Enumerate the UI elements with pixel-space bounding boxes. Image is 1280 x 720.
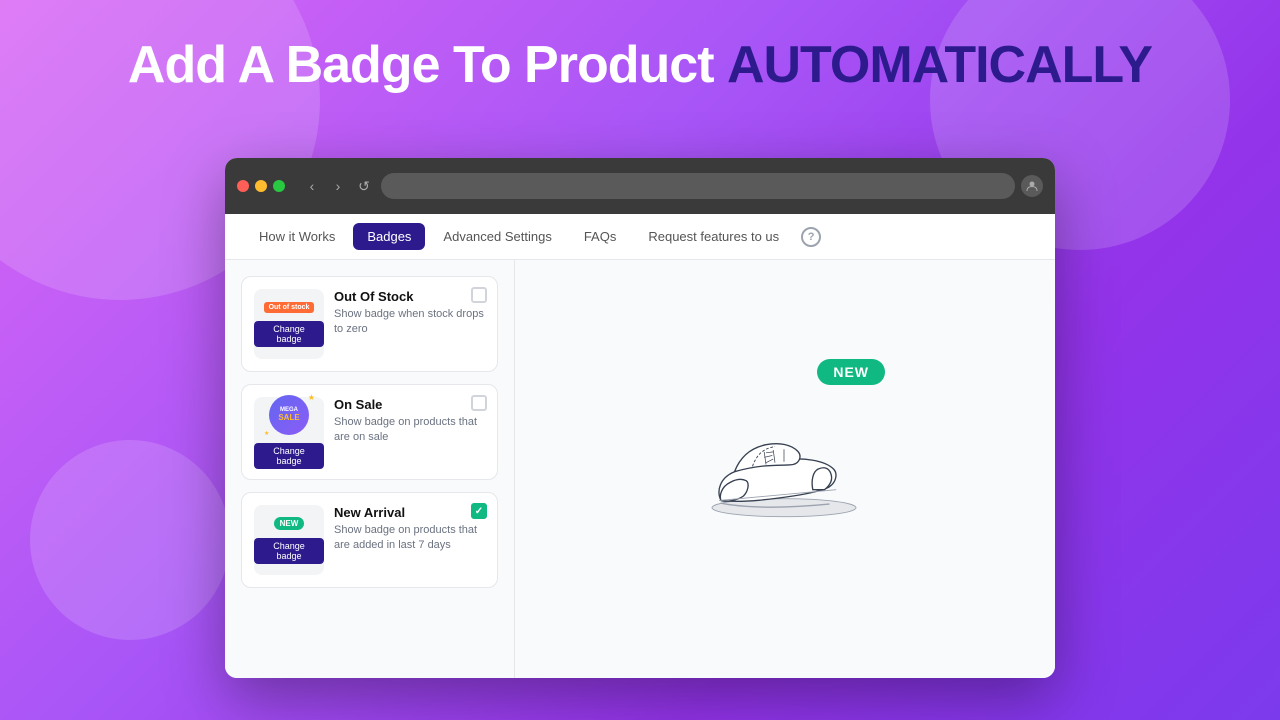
- page-headline: Add A Badge To Product AUTOMATICALLY: [0, 35, 1280, 95]
- new-badge-display: NEW: [817, 359, 885, 385]
- badge-desc-on-sale: Show badge on products that are on sale: [334, 415, 485, 446]
- badge-title-out-of-stock: Out Of Stock: [334, 289, 485, 304]
- tab-faqs[interactable]: FAQs: [570, 223, 631, 250]
- minimize-button-traffic[interactable]: [255, 180, 267, 192]
- main-content: Out of stock Change badge Out Of Stock S…: [225, 260, 1055, 678]
- url-bar[interactable]: [381, 173, 1015, 199]
- help-icon[interactable]: ?: [801, 227, 821, 247]
- headline-part1: Add A Badge To Product: [128, 36, 727, 94]
- traffic-lights: [237, 180, 285, 192]
- badge-title-on-sale: On Sale: [334, 397, 485, 412]
- browser-window: ‹ › ↺ How it Works Badges Advanced Setti…: [225, 158, 1055, 678]
- tab-advanced-settings[interactable]: Advanced Settings: [429, 223, 565, 250]
- close-button-traffic[interactable]: [237, 180, 249, 192]
- badge-info-out-of-stock: Out Of Stock Show badge when stock drops…: [334, 289, 485, 338]
- badge-info-new-arrival: New Arrival Show badge on products that …: [334, 505, 485, 554]
- tab-badges[interactable]: Badges: [353, 223, 425, 250]
- badge-preview-on-sale: MEGA SALE ★ ★ Change badge: [254, 397, 324, 467]
- mega-badge-sale: SALE: [278, 414, 299, 423]
- badge-checkbox-on-sale[interactable]: [471, 395, 487, 411]
- url-bar-wrapper: [381, 173, 1015, 199]
- maximize-button-traffic[interactable]: [273, 180, 285, 192]
- browser-chrome: ‹ › ↺: [225, 158, 1055, 214]
- back-button[interactable]: ‹: [301, 175, 323, 197]
- product-preview-panel: NEW: [515, 260, 1055, 678]
- badge-card-new-arrival: NEW Change badge New Arrival Show badge …: [241, 492, 498, 588]
- badge-checkbox-new-arrival[interactable]: ✓: [471, 503, 487, 519]
- change-badge-btn-on-sale[interactable]: Change badge: [254, 443, 324, 469]
- product-preview-area: NEW: [675, 359, 895, 579]
- star-decoration-2: ★: [264, 430, 269, 437]
- browser-profile-icon: [1021, 175, 1043, 197]
- refresh-button[interactable]: ↺: [353, 175, 375, 197]
- badge-checkbox-out-of-stock[interactable]: [471, 287, 487, 303]
- badge-desc-out-of-stock: Show badge when stock drops to zero: [334, 307, 485, 338]
- checkbox-checkmark: ✓: [475, 506, 483, 517]
- badge-desc-new-arrival: Show badge on products that are added in…: [334, 523, 485, 554]
- headline-part2: AUTOMATICALLY: [727, 36, 1152, 94]
- address-bar-area: ‹ › ↺: [301, 173, 1043, 199]
- shoe-image-container: [675, 389, 875, 549]
- out-of-stock-badge-label: Out of stock: [264, 302, 315, 313]
- tab-bar: How it Works Badges Advanced Settings FA…: [225, 214, 1055, 260]
- new-arrival-badge-label: NEW: [274, 517, 305, 530]
- bg-decoration-3: [30, 440, 230, 640]
- badge-preview-out-of-stock: Out of stock Change badge: [254, 289, 324, 359]
- change-badge-btn-out-of-stock[interactable]: Change badge: [254, 321, 324, 347]
- badge-card-on-sale: MEGA SALE ★ ★ Change badge On Sale Show …: [241, 384, 498, 480]
- change-badge-btn-new-arrival[interactable]: Change badge: [254, 538, 324, 564]
- star-decoration: ★: [308, 393, 315, 402]
- nav-buttons: ‹ › ↺: [301, 175, 375, 197]
- badges-list-panel: Out of stock Change badge Out Of Stock S…: [225, 260, 515, 678]
- tab-request-features[interactable]: Request features to us: [634, 223, 793, 250]
- badge-card-out-of-stock: Out of stock Change badge Out Of Stock S…: [241, 276, 498, 372]
- forward-button[interactable]: ›: [327, 175, 349, 197]
- badge-title-new-arrival: New Arrival: [334, 505, 485, 520]
- badge-preview-new-arrival: NEW Change badge: [254, 505, 324, 575]
- badge-info-on-sale: On Sale Show badge on products that are …: [334, 397, 485, 446]
- tab-how-it-works[interactable]: How it Works: [245, 223, 349, 250]
- shoe-illustration: [685, 404, 865, 534]
